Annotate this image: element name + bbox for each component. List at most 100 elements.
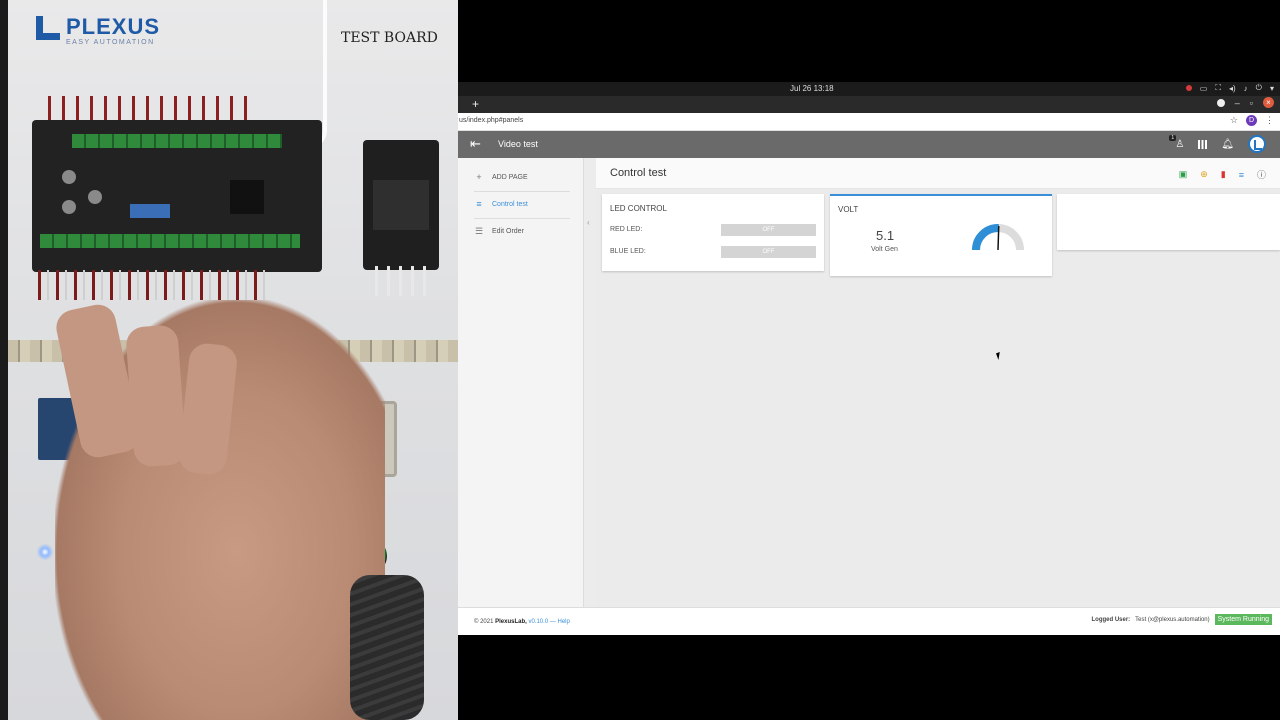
volume-icon[interactable]: ◂) bbox=[1229, 84, 1236, 93]
microcontroller-chip bbox=[230, 180, 264, 214]
red-led-label: RED LED: bbox=[610, 226, 643, 233]
volt-gauge bbox=[972, 224, 1024, 251]
terminal-row-top bbox=[72, 134, 282, 148]
plexus-app: ⇤ Video test 1 ♙ 🔔︎ + ADD PAGE ≡ Control… bbox=[458, 131, 1280, 635]
logged-user-label: Logged User: bbox=[1091, 616, 1131, 623]
gauge-needle bbox=[997, 225, 1000, 251]
blue-led-toggle[interactable]: OFF bbox=[721, 246, 816, 258]
divider bbox=[474, 218, 570, 219]
sidebar: + ADD PAGE ≡ Control test ☰ Edit Order bbox=[458, 158, 584, 607]
address-bar: us/index.php#panels ☆ D ⋮ bbox=[458, 113, 1280, 131]
bottom-wires bbox=[38, 270, 268, 300]
gauge-fill bbox=[972, 224, 999, 251]
camera-feed: PLEXUS EASY AUTOMATION TEST BOARD bbox=[0, 0, 458, 720]
sidebar-item-label: Edit Order bbox=[492, 228, 524, 235]
sidebar-item-add-page[interactable]: + ADD PAGE bbox=[474, 172, 528, 182]
capacitor bbox=[62, 200, 76, 214]
plexus-logo-mark bbox=[36, 16, 60, 40]
version-help-link[interactable]: v0.10.0 — Help bbox=[528, 619, 569, 625]
app-footer: © 2021 PlexusLab, v0.10.0 — Help Logged … bbox=[458, 607, 1280, 635]
empty-card bbox=[1057, 194, 1280, 250]
card-title: LED CONTROL bbox=[610, 204, 667, 213]
add-widget-icon[interactable]: ⊕ bbox=[1200, 169, 1208, 180]
new-tab-button[interactable]: + bbox=[472, 97, 479, 111]
save-icon[interactable]: ▣ bbox=[1179, 169, 1188, 180]
dip-switch bbox=[130, 204, 170, 218]
sidebar-collapse-handle[interactable]: ‹ bbox=[584, 158, 596, 607]
user-avatar[interactable] bbox=[1248, 135, 1266, 153]
add-list-icon[interactable]: ≡ bbox=[1239, 170, 1244, 180]
power-icon[interactable]: ⏻ bbox=[1256, 83, 1262, 93]
blue-led-light bbox=[37, 544, 53, 560]
app-title: Video test bbox=[498, 139, 538, 149]
list-icon: ≡ bbox=[476, 199, 482, 209]
bell-icon[interactable]: 🔔︎ bbox=[1221, 139, 1234, 150]
minimize-icon[interactable]: – bbox=[1235, 98, 1240, 108]
sidebar-item-edit-order[interactable]: ☰ Edit Order bbox=[474, 226, 524, 237]
window-controls: – ▫ × bbox=[1216, 97, 1274, 108]
relay-module bbox=[363, 140, 439, 270]
address-bar-actions: ☆ D ⋮ bbox=[1230, 115, 1274, 126]
terminal-row-bottom bbox=[40, 234, 300, 248]
notification-count: 1 bbox=[1169, 134, 1177, 141]
camera-icon[interactable]: ▭ bbox=[1200, 84, 1208, 93]
profile-avatar[interactable]: D bbox=[1246, 115, 1257, 126]
header-actions: 1 ♙ 🔔︎ bbox=[1169, 134, 1266, 153]
record-indicator-icon[interactable] bbox=[1185, 85, 1192, 91]
close-window-button[interactable]: × bbox=[1263, 97, 1274, 108]
extension-icon[interactable] bbox=[1216, 98, 1225, 107]
relay-body bbox=[373, 180, 429, 230]
frame-edge bbox=[0, 0, 8, 720]
system-clock[interactable]: Jul 26 13:18 bbox=[790, 84, 834, 93]
sidebar-item-control-test[interactable]: ≡ Control test bbox=[474, 199, 528, 209]
apps-grid-icon[interactable] bbox=[1198, 139, 1208, 149]
user-count-badge[interactable]: 1 ♙ bbox=[1169, 134, 1185, 150]
app-header: ⇤ Video test 1 ♙ 🔔︎ bbox=[458, 131, 1280, 158]
system-status-badge: System Running bbox=[1214, 614, 1272, 625]
brand-name: PlexusLab, bbox=[495, 619, 527, 625]
bracelet bbox=[350, 575, 424, 720]
plexus-logo: PLEXUS EASY AUTOMATION bbox=[36, 16, 160, 46]
chevron-down-icon[interactable]: ▾ bbox=[1270, 84, 1274, 93]
menu-dots-icon[interactable]: ⋮ bbox=[1265, 115, 1274, 126]
footer-copyright: © 2021 PlexusLab, v0.10.0 — Help bbox=[474, 619, 570, 625]
url-text[interactable]: us/index.php#panels bbox=[459, 117, 523, 124]
microphone-icon[interactable]: ♪ bbox=[1244, 84, 1248, 93]
card-title: VOLT bbox=[838, 205, 859, 214]
info-icon[interactable]: ⓘ bbox=[1257, 168, 1266, 181]
sidebar-item-label: ADD PAGE bbox=[492, 173, 528, 181]
plus-icon: + bbox=[476, 172, 482, 182]
logo-name: PLEXUS bbox=[66, 14, 161, 39]
back-arrow-icon[interactable]: ⇤ bbox=[470, 137, 481, 151]
card-accent-bar bbox=[830, 194, 1052, 196]
logged-user-value: Test (x@plexus.automation) bbox=[1135, 616, 1210, 623]
restore-icon[interactable]: ▫ bbox=[1250, 98, 1253, 108]
system-tray: ▭ ⛶ ◂) ♪ ⏻ ▾ bbox=[1185, 83, 1274, 93]
person-icon: ♙ bbox=[1175, 138, 1185, 150]
footer-status: Logged User: Test (x@plexus.automation) … bbox=[1091, 614, 1272, 625]
blue-led-label: BLUE LED: bbox=[610, 248, 646, 255]
divider bbox=[474, 191, 570, 192]
delete-icon[interactable]: ▮ bbox=[1221, 169, 1226, 180]
sidebar-item-label: Control test bbox=[492, 200, 528, 208]
finger bbox=[125, 324, 187, 468]
copyright-text: © 2021 bbox=[474, 619, 494, 625]
volt-value-label: Volt Gen bbox=[871, 246, 898, 253]
network-icon[interactable]: ⛶ bbox=[1215, 83, 1221, 93]
volt-value: 5.1 bbox=[876, 228, 895, 243]
reorder-icon: ☰ bbox=[474, 226, 484, 236]
board-label: TEST BOARD bbox=[341, 30, 438, 46]
relay-wires bbox=[375, 266, 427, 296]
volt-card: VOLT 5.1 Volt Gen bbox=[830, 194, 1052, 276]
capacitor bbox=[62, 170, 76, 184]
browser-tab-strip: + – ▫ × bbox=[458, 96, 1280, 113]
panel-actions: ▣ ⊕ ▮ ≡ ⓘ bbox=[1179, 168, 1266, 181]
capacitor bbox=[88, 190, 102, 204]
red-led-toggle[interactable]: OFF bbox=[721, 224, 816, 236]
top-wires bbox=[48, 96, 258, 122]
bookmark-star-icon[interactable]: ☆ bbox=[1230, 115, 1238, 126]
page-title: Control test bbox=[610, 167, 667, 179]
led-control-card: LED CONTROL RED LED: OFF BLUE LED: OFF bbox=[602, 194, 824, 271]
screen: PLEXUS EASY AUTOMATION TEST BOARD Jul 26… bbox=[0, 0, 1280, 720]
controller-board bbox=[32, 120, 322, 272]
